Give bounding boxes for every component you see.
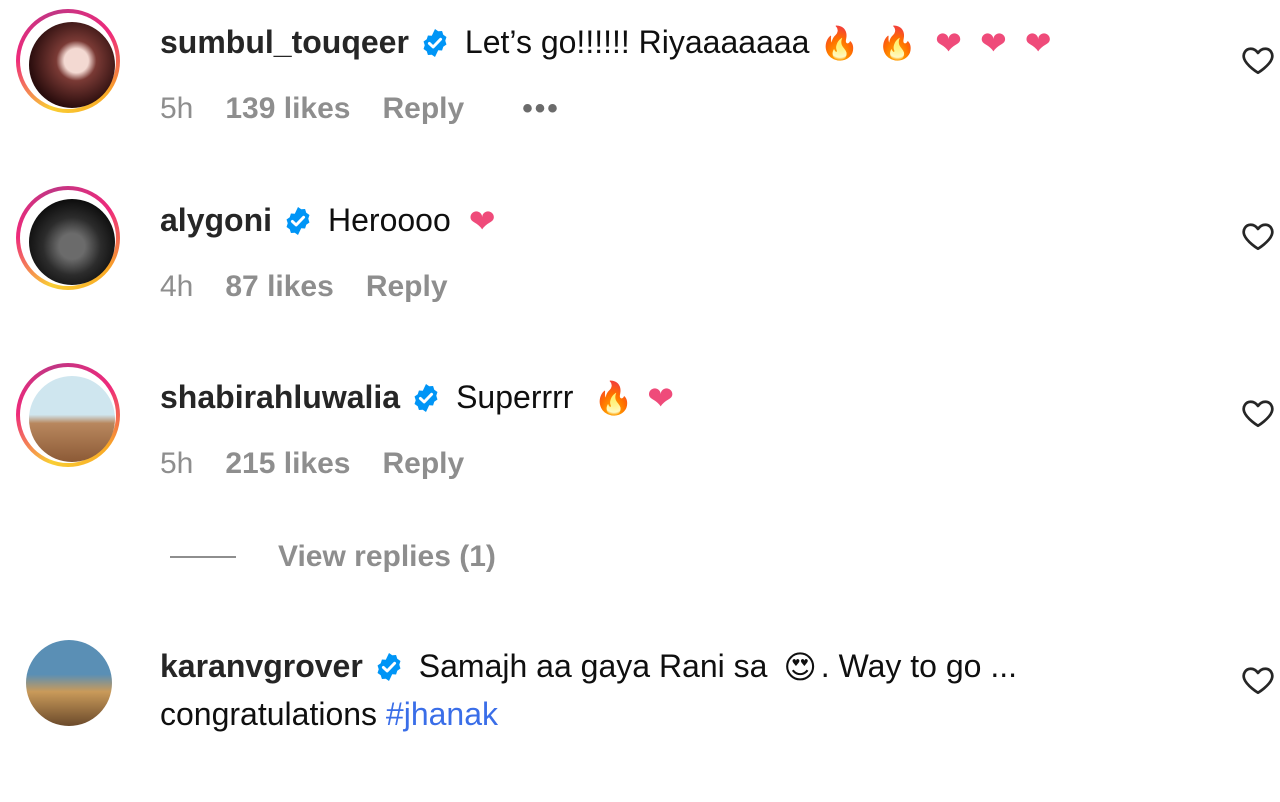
avatar-story-ring[interactable] xyxy=(16,363,120,467)
comment-text: Superrrr xyxy=(456,379,574,415)
comment-item: shabirahluwalia Superrrr 🔥 ❤ 5h 215 like… xyxy=(0,355,1280,525)
comment-line: sumbul_touqeer Let’s go!!!!!! Riyaaaaaaa… xyxy=(160,24,1052,61)
view-replies-label: View replies (1) xyxy=(278,540,496,573)
comment-item: karanvgrover Samajh aa gaya Rani sa 😍 . … xyxy=(0,632,1280,802)
heart-outline-icon[interactable] xyxy=(1240,42,1276,78)
comment-line: karanvgrover Samajh aa gaya Rani sa 😍 . … xyxy=(160,648,1017,685)
username[interactable]: alygoni xyxy=(160,202,272,239)
comment-item: sumbul_touqeer Let’s go!!!!!! Riyaaaaaaa… xyxy=(0,0,1280,170)
avatar-gap xyxy=(20,13,116,109)
view-replies-divider xyxy=(170,556,236,558)
heart-emoji: ❤ xyxy=(647,379,675,416)
comment-text: Heroooo xyxy=(328,202,451,238)
like-count[interactable]: 139 likes xyxy=(225,92,350,126)
comment-text-line2: congratulations xyxy=(160,696,378,732)
comment-line: alygoni Heroooo ❤ xyxy=(160,202,496,239)
fire-emoji: 🔥 xyxy=(877,24,918,61)
fire-emoji: 🔥 xyxy=(819,24,860,61)
avatar-story-ring[interactable] xyxy=(16,186,120,290)
like-count[interactable]: 215 likes xyxy=(225,447,350,481)
comment-item: alygoni Heroooo ❤ 4h 87 likes Reply xyxy=(0,178,1280,348)
avatar xyxy=(29,376,115,462)
username[interactable]: sumbul_touqeer xyxy=(160,24,409,61)
avatar xyxy=(29,199,115,285)
hashtag-link[interactable]: #jhanak xyxy=(386,696,498,732)
comment-meta: 5h 215 likes Reply xyxy=(160,447,464,481)
avatar xyxy=(29,22,115,108)
like-count[interactable]: 87 likes xyxy=(225,270,333,304)
comment-meta: 5h 139 likes Reply ••• xyxy=(160,92,560,126)
heart-emoji: ❤ xyxy=(468,202,496,239)
timestamp[interactable]: 4h xyxy=(160,270,193,304)
comment-meta: 4h 87 likes Reply xyxy=(160,270,448,304)
avatar[interactable] xyxy=(26,640,112,726)
verified-badge-icon xyxy=(286,206,310,235)
avatar-story-ring[interactable] xyxy=(16,9,120,113)
heart-outline-icon[interactable] xyxy=(1240,395,1276,431)
heart-outline-icon[interactable] xyxy=(1240,662,1276,698)
comment-second-line: congratulations #jhanak xyxy=(160,696,498,733)
heart-emoji: ❤ xyxy=(935,24,962,61)
timestamp[interactable]: 5h xyxy=(160,447,193,481)
verified-badge-icon xyxy=(414,383,438,412)
username[interactable]: karanvgrover xyxy=(160,648,363,685)
reply-button[interactable]: Reply xyxy=(383,92,465,126)
more-options-button[interactable]: ••• xyxy=(522,92,560,126)
username[interactable]: shabirahluwalia xyxy=(160,379,400,416)
heart-outline-icon[interactable] xyxy=(1240,218,1276,254)
verified-badge-icon xyxy=(423,28,447,57)
reply-button[interactable]: Reply xyxy=(366,270,448,304)
fire-emoji: 🔥 xyxy=(593,379,634,416)
comment-text: Let’s go!!!!!! Riyaaaaaaa xyxy=(464,24,810,60)
heart-emoji: ❤ xyxy=(979,24,1007,61)
avatar-gap xyxy=(20,367,116,463)
view-replies-button[interactable]: View replies (1) xyxy=(170,540,496,574)
comment-text-continued: . Way to go ... xyxy=(820,648,1018,684)
timestamp[interactable]: 5h xyxy=(160,92,193,126)
verified-badge-icon xyxy=(377,652,401,681)
heart-emoji: ❤ xyxy=(1024,24,1052,61)
avatar-gap xyxy=(20,190,116,286)
reply-button[interactable]: Reply xyxy=(383,447,465,481)
heart-eyes-emoji: 😍 xyxy=(783,648,817,685)
comment-text: Samajh aa gaya Rani sa xyxy=(418,648,768,684)
comment-line: shabirahluwalia Superrrr 🔥 ❤ xyxy=(160,379,674,416)
